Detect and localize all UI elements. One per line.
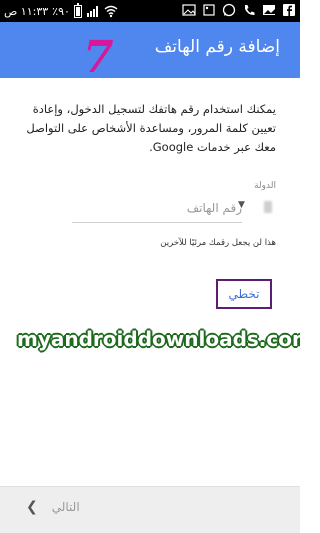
privacy-hint: هذا لن يجعل رقمك مرئيًا للآخرين [160, 238, 276, 248]
next-label: التالي [51, 500, 80, 514]
chevron-left-icon: ❮ [26, 499, 38, 515]
image-icon [182, 4, 196, 16]
skip-button[interactable]: تخطي [216, 279, 272, 309]
bottom-bar: ❮ التالي [0, 486, 300, 533]
signal-icon [86, 6, 98, 17]
phone-input[interactable] [72, 196, 242, 220]
wifi-icon [104, 5, 118, 18]
screen: ١١:٣٣ ص ٪٩٠ 7 إضافة رقم الهاتف يمكنك است… [0, 0, 300, 533]
status-left: ١١:٣٣ ص ٪٩٠ [4, 2, 118, 18]
watermark: myandroiddownloads.com [17, 327, 300, 351]
clock: ١١:٣٣ ص [4, 4, 49, 18]
status-right [182, 3, 296, 17]
gallery-icon [203, 4, 215, 16]
battery-percent: ٪٩٠ [52, 4, 70, 18]
country-label: الدولة [254, 181, 276, 191]
photo-icon [263, 5, 275, 15]
status-bar: ١١:٣٣ ص ٪٩٠ [0, 0, 300, 22]
country-selector[interactable]: ▼ [238, 196, 278, 222]
next-button[interactable]: ❮ التالي [26, 499, 80, 515]
intro-text: يمكنك استخدام رقم هاتفك لتسجيل الدخول، و… [26, 102, 276, 154]
step-number-annotation: 7 [83, 32, 114, 83]
skip-label: تخطي [228, 287, 260, 301]
whatsapp-icon [222, 3, 236, 17]
phone-field [72, 196, 242, 223]
phone-icon [245, 5, 255, 16]
facebook-icon [283, 4, 295, 16]
battery-icon [73, 2, 82, 18]
page-title: إضافة رقم الهاتف [154, 37, 280, 57]
app-bar: 7 إضافة رقم الهاتف [0, 22, 300, 83]
flag-icon [264, 201, 272, 213]
